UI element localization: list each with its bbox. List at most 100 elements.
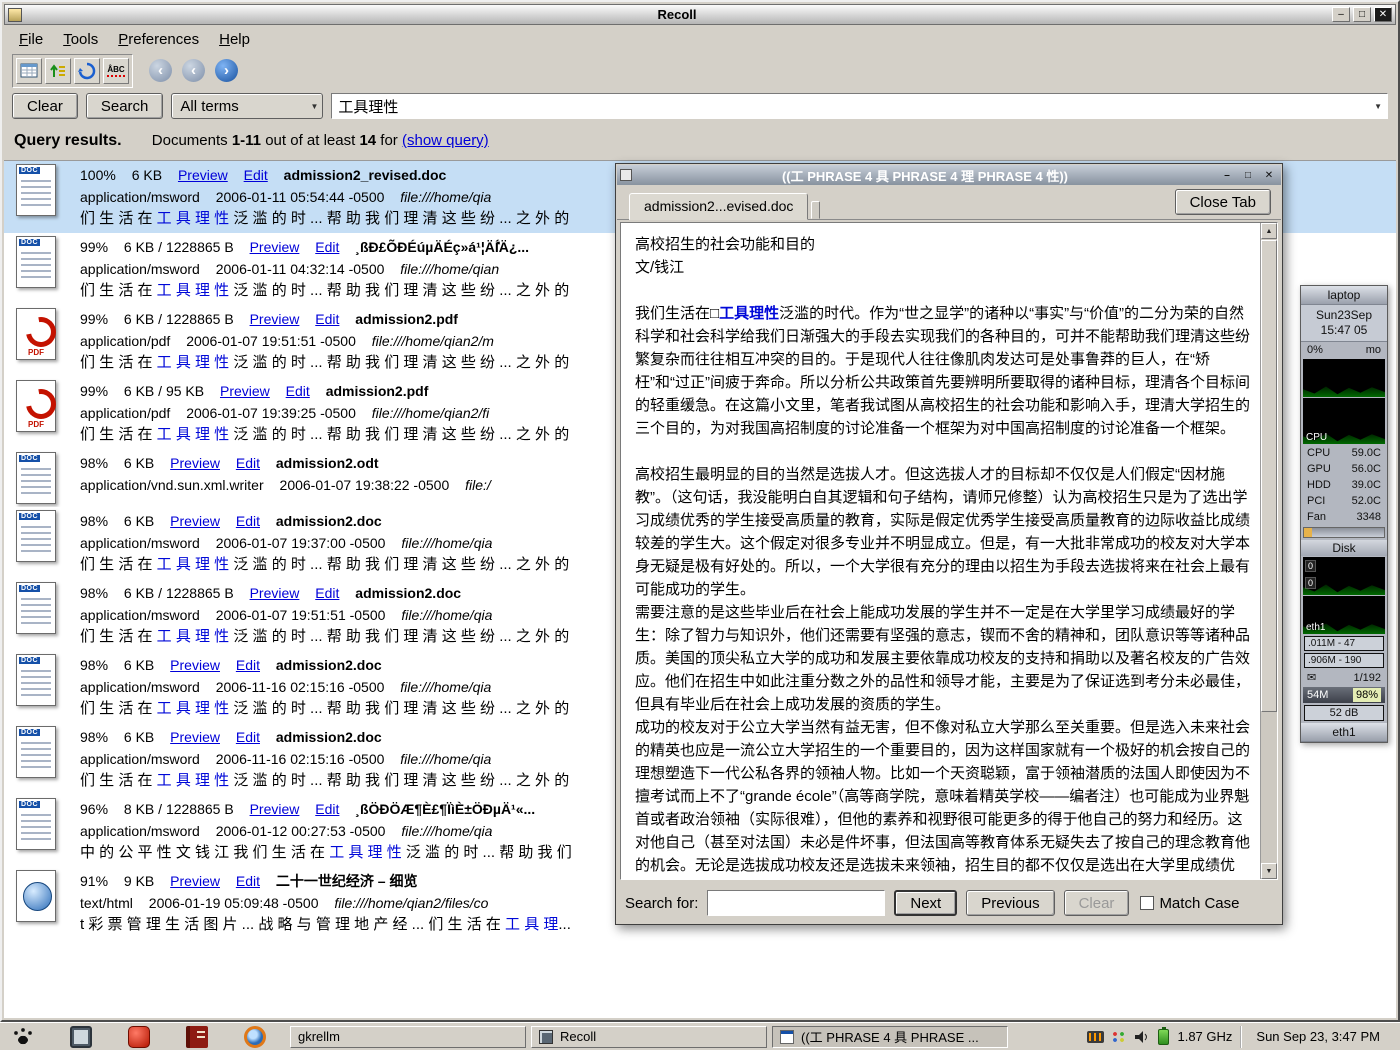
firefox-icon[interactable] [244, 1026, 266, 1048]
history-dropdown-icon[interactable]: ▼ [1374, 102, 1382, 111]
first-page-button[interactable]: ‹ [149, 59, 172, 82]
chevron-down-icon: ▼ [310, 102, 318, 111]
edit-link[interactable]: Edit [236, 729, 260, 745]
preview-paragraph: 文/钱江 [635, 256, 1250, 279]
gkrellm-cpu-chart: CPU [1303, 398, 1385, 444]
preview-next-button[interactable]: Next [894, 890, 957, 916]
minimize-button[interactable]: – [1332, 7, 1350, 22]
taskbar-task-button[interactable]: ((工 PHRASE 4 具 PHRASE ... [772, 1026, 1008, 1048]
preview-previous-button[interactable]: Previous [966, 890, 1054, 916]
show-query-link[interactable]: (show query) [402, 132, 489, 149]
menu-tools[interactable]: Tools [54, 29, 107, 50]
preview-close-button[interactable]: ✕ [1260, 168, 1278, 183]
preview-paragraph: 我们生活在□工具理性泛滥的时代。作为“世之显学”的诸种以“事实”与“价值”的二分… [635, 302, 1250, 440]
edit-link[interactable]: Edit [244, 167, 268, 183]
result-date: 2006-01-07 19:38:22 -0500 [280, 477, 450, 493]
close-tab-button[interactable]: Close Tab [1175, 189, 1271, 215]
edit-link[interactable]: Edit [315, 311, 339, 327]
terminal-icon[interactable] [70, 1026, 92, 1048]
preview-search-input[interactable] [707, 890, 885, 916]
preview-link[interactable]: Preview [170, 729, 220, 745]
menu-help[interactable]: Help [210, 29, 259, 50]
preview-maximize-button[interactable]: □ [1239, 168, 1257, 183]
sort-button[interactable] [45, 58, 71, 84]
result-url: file:///home/qian2/m [372, 333, 494, 349]
next-page-button[interactable]: › [215, 59, 238, 82]
window-titlebar[interactable]: Recoll – □ ✕ [4, 4, 1396, 25]
result-url: file:///home/qia [401, 535, 492, 551]
result-mimetype: application/vnd.sun.xml.writer [80, 477, 264, 493]
tray-status-icon[interactable] [1112, 1031, 1126, 1043]
help-book-icon[interactable] [186, 1026, 208, 1048]
gkrellm-meter-chart [1303, 359, 1385, 397]
result-date: 2006-11-16 02:15:16 -0500 [216, 751, 385, 767]
sort-icon [48, 61, 68, 81]
preview-link[interactable]: Preview [170, 873, 220, 889]
volume-icon[interactable] [1134, 1030, 1150, 1044]
search-button[interactable]: Search [86, 93, 164, 119]
maximize-button[interactable]: □ [1353, 7, 1371, 22]
preview-link[interactable]: Preview [170, 657, 220, 673]
scroll-up-icon[interactable]: ▲ [1261, 223, 1277, 239]
edit-link[interactable]: Edit [315, 585, 339, 601]
task-buttons: gkrellm Recoll ((工 PHRASE 4 具 PHRASE ... [290, 1026, 1008, 1048]
preview-link[interactable]: Preview [220, 383, 270, 399]
preview-link[interactable]: Preview [250, 585, 300, 601]
battery-icon[interactable] [1158, 1029, 1169, 1045]
close-button[interactable]: ✕ [1374, 7, 1392, 22]
match-case-checkbox[interactable] [1140, 896, 1154, 910]
taskbar-task-button[interactable]: Recoll [531, 1026, 767, 1048]
search-mode-select[interactable]: All terms ▼ [171, 93, 323, 119]
preview-tab[interactable]: admission2...evised.doc [629, 193, 808, 220]
preview-search-bar: Search for: Next Previous Clear Match Ca… [617, 883, 1281, 923]
edit-link[interactable]: Edit [315, 801, 339, 817]
result-mimetype: application/msword [80, 189, 200, 205]
term-explorer-button[interactable]: ÂBC [103, 58, 129, 84]
preview-link[interactable]: Preview [170, 513, 220, 529]
preview-window-menu-icon[interactable] [620, 169, 632, 181]
preview-link[interactable]: Preview [178, 167, 228, 183]
clear-button[interactable]: Clear [12, 93, 78, 119]
results-table-button[interactable] [16, 58, 42, 84]
doc-task-icon [780, 1030, 794, 1044]
preview-link[interactable]: Preview [250, 801, 300, 817]
result-relevance: 100% [80, 167, 116, 183]
history-button[interactable] [74, 58, 100, 84]
edit-link[interactable]: Edit [286, 383, 310, 399]
window-menu-icon[interactable] [8, 8, 22, 22]
previous-page-button[interactable]: ‹ [182, 59, 205, 82]
red-app-icon[interactable] [128, 1026, 150, 1048]
scroll-down-icon[interactable]: ▼ [1261, 863, 1277, 879]
menu-file[interactable]: File [10, 29, 52, 50]
gkrellm-memory-row: 54M 98% [1303, 687, 1385, 703]
keyboard-indicator-icon[interactable] [1087, 1031, 1104, 1043]
gkrellm-temp-row: CPU 59.0C [1301, 445, 1387, 461]
preview-scrollbar[interactable]: ▲ ▼ [1260, 223, 1277, 879]
preview-link[interactable]: Preview [250, 239, 300, 255]
preview-clear-button[interactable]: Clear [1064, 890, 1130, 916]
highlighted-term: 工 具 理 性 [157, 628, 230, 645]
taskbar-task-button[interactable]: gkrellm [290, 1026, 526, 1048]
edit-link[interactable]: Edit [236, 455, 260, 471]
gkrellm-temp-row: HDD 39.0C [1301, 477, 1387, 493]
edit-link[interactable]: Edit [236, 657, 260, 673]
result-date: 2006-01-07 19:37:00 -0500 [216, 535, 386, 551]
result-relevance: 99% [80, 383, 108, 399]
search-input[interactable] [331, 93, 1388, 119]
result-date: 2006-01-19 05:09:48 -0500 [149, 895, 319, 911]
gkrellm-footer: eth1 [1301, 723, 1387, 742]
preview-titlebar[interactable]: ((工 PHRASE 4 具 PHRASE 4 理 PHRASE 4 性)) –… [617, 165, 1281, 185]
result-size: 6 KB [132, 167, 162, 183]
scrollbar-thumb[interactable] [1261, 240, 1277, 712]
edit-link[interactable]: Edit [236, 513, 260, 529]
doc-file-icon [16, 654, 56, 706]
gnome-menu-icon[interactable] [12, 1026, 34, 1048]
gkrellm-net-line2: .906M - 190 [1304, 653, 1384, 668]
preview-minimize-button[interactable]: – [1218, 168, 1236, 183]
edit-link[interactable]: Edit [315, 239, 339, 255]
preview-link[interactable]: Preview [250, 311, 300, 327]
menu-preferences[interactable]: Preferences [109, 29, 208, 50]
result-filename: ¸ßÐ£ÕÐÉúµÄÉç»á¹¦ÄܺÍÄ¿... [355, 239, 529, 255]
preview-link[interactable]: Preview [170, 455, 220, 471]
edit-link[interactable]: Edit [236, 873, 260, 889]
